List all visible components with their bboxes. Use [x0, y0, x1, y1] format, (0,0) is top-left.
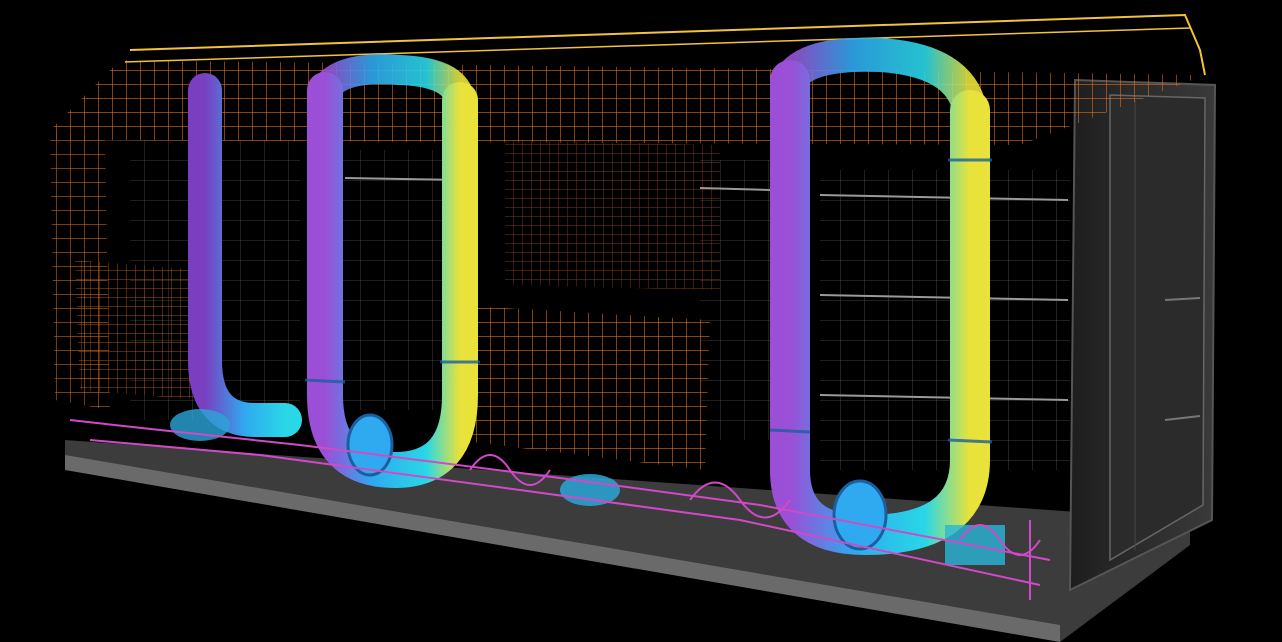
- render-canvas: [50, 13, 1217, 642]
- end-cabinet: [1068, 78, 1217, 592]
- floor-slab: [65, 440, 1190, 642]
